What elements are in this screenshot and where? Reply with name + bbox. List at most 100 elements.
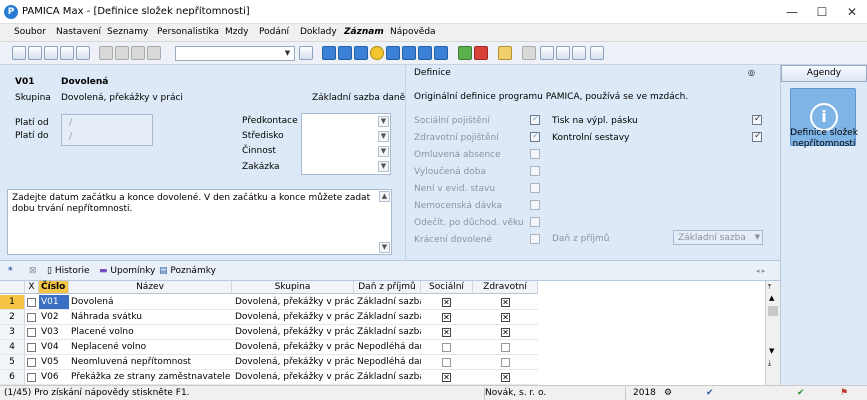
chevron-down-icon[interactable]: ▼ [379, 242, 390, 253]
row-checkbox[interactable] [27, 358, 36, 367]
menu-napoveda[interactable]: Nápověda [390, 27, 436, 37]
socialni-check[interactable]: ✕ [442, 328, 451, 337]
zdravotni-check[interactable]: ✕ [501, 328, 510, 337]
row-checkbox[interactable] [27, 298, 36, 307]
note-area[interactable]: Zadejte datum začátku a konce dovolené. … [7, 189, 392, 255]
smile-icon[interactable] [370, 46, 384, 60]
chevron-down-icon[interactable]: ▼ [282, 48, 293, 59]
socialni-check[interactable] [442, 358, 451, 367]
row-checkbox[interactable] [27, 313, 36, 322]
socialni-check[interactable]: ✕ [442, 373, 451, 382]
accounting-fields[interactable]: ▼ ▼ ▼ ▼ [301, 113, 391, 175]
maximize-button[interactable]: ☐ [807, 0, 837, 24]
print-icon[interactable] [44, 46, 58, 60]
col-x[interactable]: X [25, 281, 39, 294]
valid-from-field[interactable]: / [69, 118, 72, 128]
chevron-down-icon[interactable]: ▼ [378, 146, 389, 157]
menu-soubor[interactable]: Soubor [14, 27, 46, 37]
zdravotni-check[interactable]: ✕ [501, 313, 510, 322]
window-icon[interactable] [522, 46, 536, 60]
col-cislo[interactable]: Číslo [39, 281, 69, 294]
prev-record-icon[interactable] [338, 46, 352, 60]
checkbox-duchod[interactable] [530, 217, 540, 227]
split-view-icon[interactable] [434, 46, 448, 60]
chevron-up-icon[interactable]: ▲ [379, 191, 390, 202]
col-skupina[interactable]: Skupina [232, 281, 354, 294]
panel-4-icon[interactable] [590, 46, 604, 60]
dan-select[interactable]: Základní sazba ▼ [673, 230, 763, 245]
panel-2-icon[interactable] [556, 46, 570, 60]
new-record-icon[interactable] [12, 46, 26, 60]
tab-scroll-arrows[interactable]: ◂ ▸ [756, 264, 765, 279]
checkbox-nemocenska[interactable] [530, 200, 540, 210]
save-copy-icon[interactable] [115, 46, 129, 60]
tab-all[interactable]: * [8, 264, 13, 279]
scroll-bottom-icon[interactable]: ⤓ [768, 359, 771, 368]
col-nazev[interactable]: Název [69, 281, 232, 294]
search-combo[interactable]: ▼ [175, 46, 295, 61]
socialni-check[interactable]: ✕ [442, 298, 451, 307]
panel-1-icon[interactable] [540, 46, 554, 60]
menu-seznamy[interactable]: Seznamy [107, 27, 148, 37]
ok-icon[interactable]: ✔ [797, 388, 805, 398]
socialni-check[interactable]: ✕ [442, 313, 451, 322]
next-record-icon[interactable] [354, 46, 368, 60]
last-record-icon[interactable] [386, 46, 400, 60]
row-checkbox[interactable] [27, 343, 36, 352]
table-row[interactable]: 1 V01 Dovolená Dovolená, překážky v práci Zá… [0, 295, 765, 310]
checkbox-tisk[interactable] [752, 114, 762, 125]
table-row[interactable]: 5 V05 Neomluvená nepřítomnost Dovolená, pře… [0, 355, 765, 370]
preview-icon[interactable] [60, 46, 74, 60]
checkbox-zdravotni[interactable] [530, 131, 540, 142]
table-row[interactable]: 2 V02 Náhrada svátku Dovolená, překážky v p… [0, 310, 765, 325]
tab-historie[interactable]: ▯ Historie [47, 264, 90, 279]
check-icon[interactable]: ✔ [706, 388, 714, 398]
scroll-top-icon[interactable]: ⤒ [768, 283, 771, 292]
copy-icon[interactable] [76, 46, 90, 60]
checkbox-vyloucena[interactable] [530, 166, 540, 176]
save-icon[interactable] [99, 46, 113, 60]
agenda-item-label[interactable]: Definice složek nepřítomnosti [783, 128, 865, 150]
chevron-down-icon[interactable]: ▼ [378, 161, 389, 172]
checkbox-socialni[interactable] [530, 114, 540, 125]
panel-3-icon[interactable] [572, 46, 586, 60]
minimize-button[interactable]: — [777, 0, 807, 24]
checkbox-kontrolni[interactable] [752, 131, 762, 142]
menu-podani[interactable]: Podání [259, 27, 289, 37]
tab-poznamky[interactable]: ▤ Poznámky [159, 264, 216, 279]
vertical-scrollbar[interactable]: ⤒ ▲ ▼ ⤓ [765, 281, 780, 385]
close-button[interactable]: ✕ [837, 0, 867, 24]
checkbox-evid-stav[interactable] [530, 183, 540, 193]
delete-icon[interactable] [147, 46, 161, 60]
table-row[interactable]: 3 V03 Placené volno Dovolená, překážky v pr… [0, 325, 765, 340]
grid-view-icon[interactable] [402, 46, 416, 60]
chevron-down-icon[interactable]: ▼ [378, 131, 389, 142]
chevron-down-icon[interactable]: ▼ [769, 347, 774, 355]
socialni-check[interactable] [442, 343, 451, 352]
flag-icon[interactable]: ⚑ [840, 388, 848, 398]
row-checkbox[interactable] [27, 328, 36, 337]
first-record-icon[interactable] [322, 46, 336, 60]
col-socialni[interactable]: Sociální [421, 281, 473, 294]
valid-to-field[interactable]: / [69, 132, 72, 142]
menu-zaznam[interactable]: Záznam [344, 27, 384, 37]
search-icon[interactable] [299, 46, 313, 60]
chevron-up-icon[interactable]: ▲ [769, 294, 774, 302]
col-dan[interactable]: Daň z příjmů [354, 281, 421, 294]
tab-upominky[interactable]: ▬ Upomínky [99, 264, 155, 279]
clear-filter-icon[interactable] [474, 46, 488, 60]
pin-icon[interactable]: ◎ [748, 68, 755, 77]
checkbox-kraceni[interactable] [530, 234, 540, 244]
zdravotni-check[interactable]: ✕ [501, 373, 510, 382]
filter-off-icon[interactable]: ⊠ [29, 264, 37, 279]
zdravotni-check[interactable] [501, 343, 510, 352]
cancel-icon[interactable] [131, 46, 145, 60]
menu-nastaveni[interactable]: Nastavení [56, 27, 101, 37]
menu-mzdy[interactable]: Mzdy [225, 27, 249, 37]
menu-doklady[interactable]: Doklady [300, 27, 337, 37]
scroll-thumb[interactable] [768, 306, 778, 316]
table-row[interactable]: 6 V06 Překážka ze strany zaměstnavatele Dov… [0, 370, 765, 385]
chevron-down-icon[interactable]: ▼ [755, 233, 760, 241]
table-row[interactable]: 4 V04 Neplacené volno Dovolená, překážky v … [0, 340, 765, 355]
zdravotni-check[interactable]: ✕ [501, 298, 510, 307]
